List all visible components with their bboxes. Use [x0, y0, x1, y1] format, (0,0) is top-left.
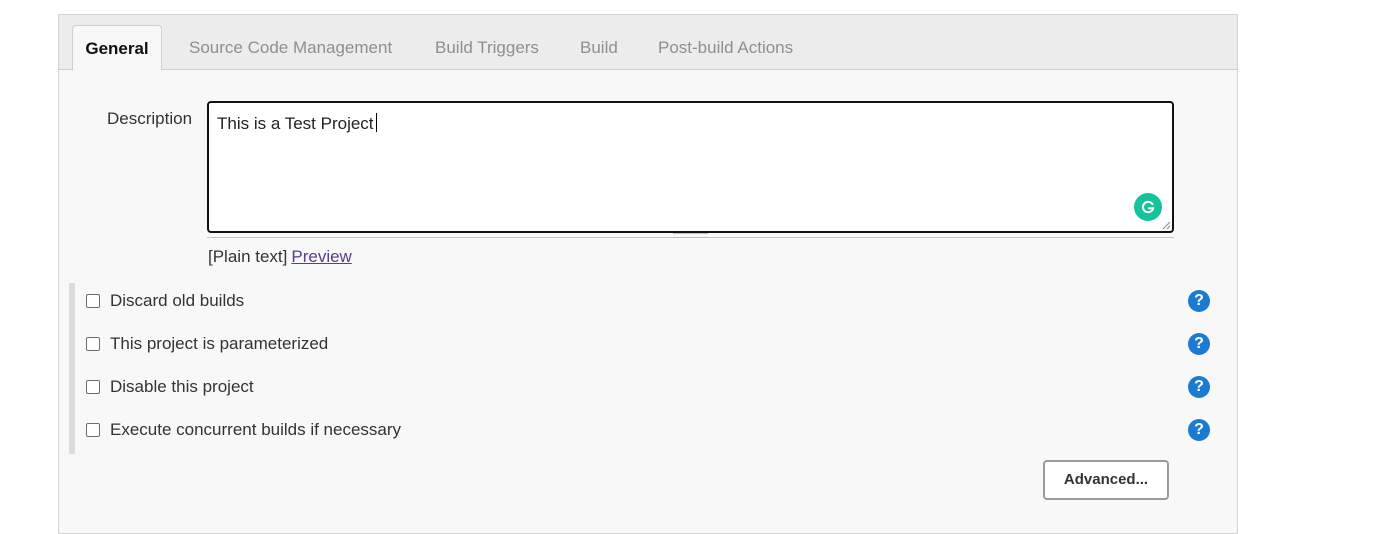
- tab-build-triggers[interactable]: Build Triggers: [435, 25, 539, 70]
- description-textarea[interactable]: This is a Test Project: [207, 101, 1174, 233]
- textarea-drag-handle[interactable]: [673, 233, 708, 238]
- option-concurrent-builds: Execute concurrent builds if necessary: [86, 419, 401, 441]
- parameterized-label[interactable]: This project is parameterized: [110, 334, 328, 354]
- option-discard-old-builds: Discard old builds: [86, 290, 244, 312]
- tab-source-code-management[interactable]: Source Code Management: [189, 25, 392, 70]
- disable-project-label[interactable]: Disable this project: [110, 377, 254, 397]
- tab-bar: General Source Code Management Build Tri…: [59, 15, 1237, 71]
- text-caret: [375, 113, 377, 132]
- format-line: [Plain text] Preview: [208, 247, 352, 267]
- grammarly-icon[interactable]: [1134, 193, 1162, 221]
- help-icon[interactable]: ?: [1188, 376, 1210, 398]
- tab-build[interactable]: Build: [580, 25, 618, 70]
- tab-general[interactable]: General: [72, 25, 162, 71]
- format-label: [Plain text]: [208, 247, 288, 266]
- help-icon[interactable]: ?: [1188, 290, 1210, 312]
- options-section-border: [69, 283, 75, 454]
- help-icon[interactable]: ?: [1188, 419, 1210, 441]
- job-config-panel: General Source Code Management Build Tri…: [58, 14, 1238, 534]
- resize-grip-icon[interactable]: [1161, 220, 1171, 230]
- description-value: This is a Test Project: [217, 114, 374, 133]
- description-label: Description: [107, 109, 193, 128]
- discard-old-builds-checkbox[interactable]: [86, 294, 100, 308]
- option-parameterized: This project is parameterized: [86, 333, 328, 355]
- description-text: This is a Test Project: [217, 113, 377, 134]
- disable-project-checkbox[interactable]: [86, 380, 100, 394]
- discard-old-builds-label[interactable]: Discard old builds: [110, 291, 244, 311]
- advanced-button[interactable]: Advanced...: [1043, 460, 1169, 500]
- concurrent-builds-checkbox[interactable]: [86, 423, 100, 437]
- concurrent-builds-label[interactable]: Execute concurrent builds if necessary: [110, 420, 401, 440]
- help-icon[interactable]: ?: [1188, 333, 1210, 355]
- option-disable-project: Disable this project: [86, 376, 254, 398]
- preview-link[interactable]: Preview: [291, 247, 351, 266]
- parameterized-checkbox[interactable]: [86, 337, 100, 351]
- tab-post-build-actions[interactable]: Post-build Actions: [658, 25, 793, 70]
